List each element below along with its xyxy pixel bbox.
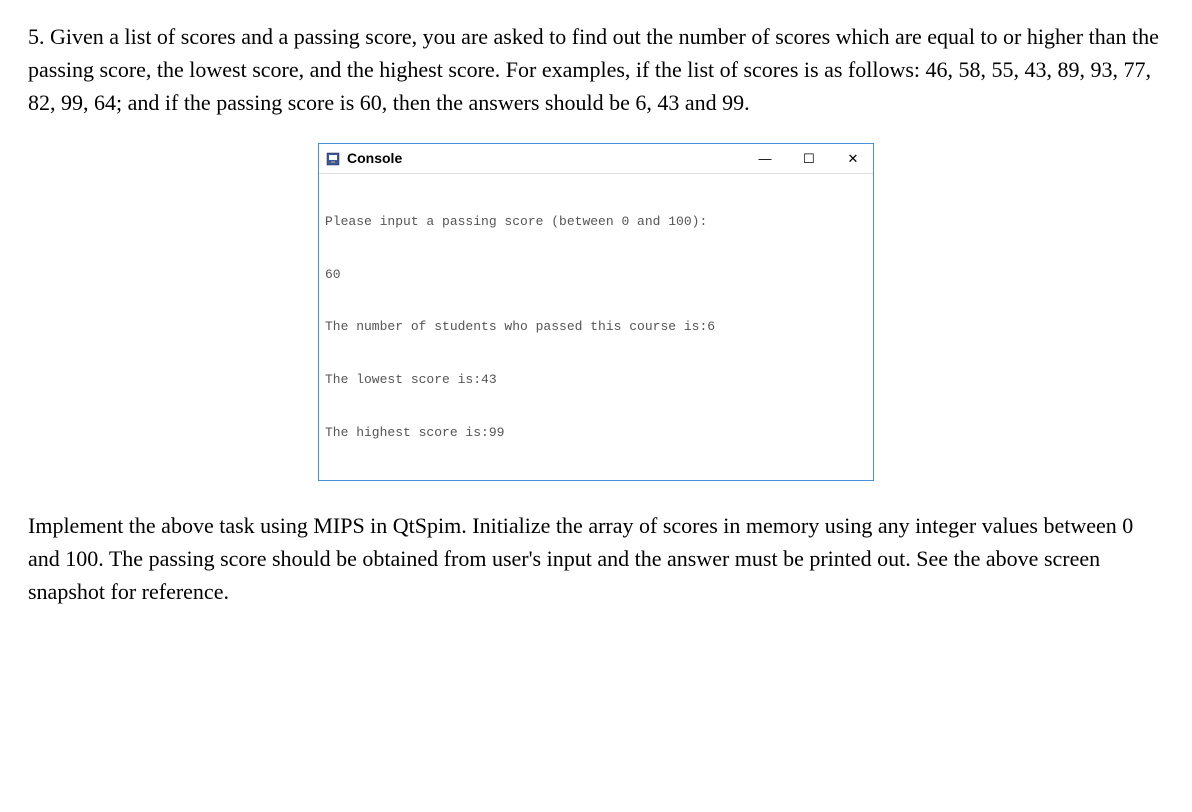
console-titlebar: Console — ☐ ✕ bbox=[319, 144, 873, 174]
maximize-icon: ☐ bbox=[801, 151, 817, 167]
console-line: The lowest score is:43 bbox=[325, 371, 867, 389]
console-line: 60 bbox=[325, 266, 867, 284]
console-line: The highest score is:99 bbox=[325, 424, 867, 442]
console-line: Please input a passing score (between 0 … bbox=[325, 213, 867, 231]
problem-number: 5. bbox=[28, 24, 45, 49]
problem-body: Given a list of scores and a passing sco… bbox=[28, 24, 1159, 115]
minimize-icon: — bbox=[757, 151, 773, 167]
console-title-text: Console bbox=[347, 148, 757, 169]
instruction-text: Implement the above task using MIPS in Q… bbox=[28, 509, 1164, 608]
console-window: Console — ☐ ✕ Please input a passing sco… bbox=[318, 143, 874, 481]
console-screenshot: Console — ☐ ✕ Please input a passing sco… bbox=[28, 143, 1164, 481]
console-app-icon bbox=[325, 151, 341, 167]
problem-statement: 5. Given a list of scores and a passing … bbox=[28, 20, 1164, 119]
instruction-body: Implement the above task using MIPS in Q… bbox=[28, 513, 1133, 604]
close-icon: ✕ bbox=[845, 151, 861, 167]
console-output: Please input a passing score (between 0 … bbox=[319, 174, 873, 480]
window-controls: — ☐ ✕ bbox=[757, 151, 861, 167]
console-line: The number of students who passed this c… bbox=[325, 318, 867, 336]
